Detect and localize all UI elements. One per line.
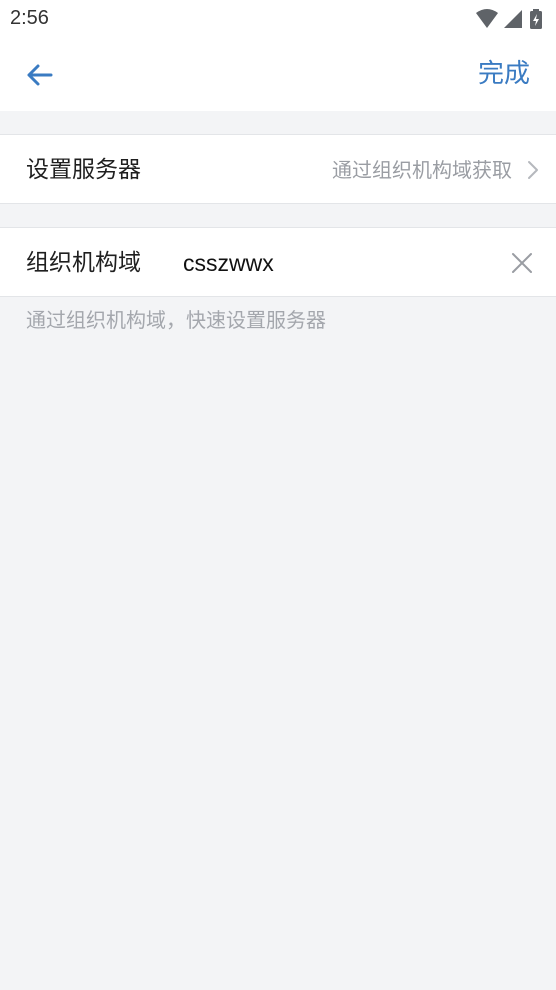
battery-charging-icon <box>530 9 542 29</box>
arrow-left-icon <box>27 64 53 86</box>
chevron-right-icon <box>528 161 538 179</box>
organization-domain-row: 组织机构域 <box>0 227 556 297</box>
status-time: 2:56 <box>10 7 49 29</box>
server-setting-value: 通过组织机构域获取 <box>332 158 512 182</box>
server-setting-row[interactable]: 设置服务器 通过组织机构域获取 <box>0 134 556 204</box>
done-button[interactable]: 完成 <box>478 56 530 92</box>
organization-domain-input[interactable] <box>183 246 483 280</box>
status-bar: 2:56 <box>0 0 556 38</box>
status-icons <box>474 8 548 30</box>
hint-text: 通过组织机构域，快速设置服务器 <box>26 308 326 332</box>
wifi-icon <box>476 9 498 28</box>
clear-button[interactable] <box>508 249 536 277</box>
organization-domain-label: 组织机构域 <box>26 250 141 276</box>
cellular-signal-icon <box>504 10 522 28</box>
server-setting-label: 设置服务器 <box>26 157 141 183</box>
back-button[interactable] <box>18 54 60 96</box>
close-icon <box>512 253 532 273</box>
toolbar: 完成 <box>0 38 556 111</box>
